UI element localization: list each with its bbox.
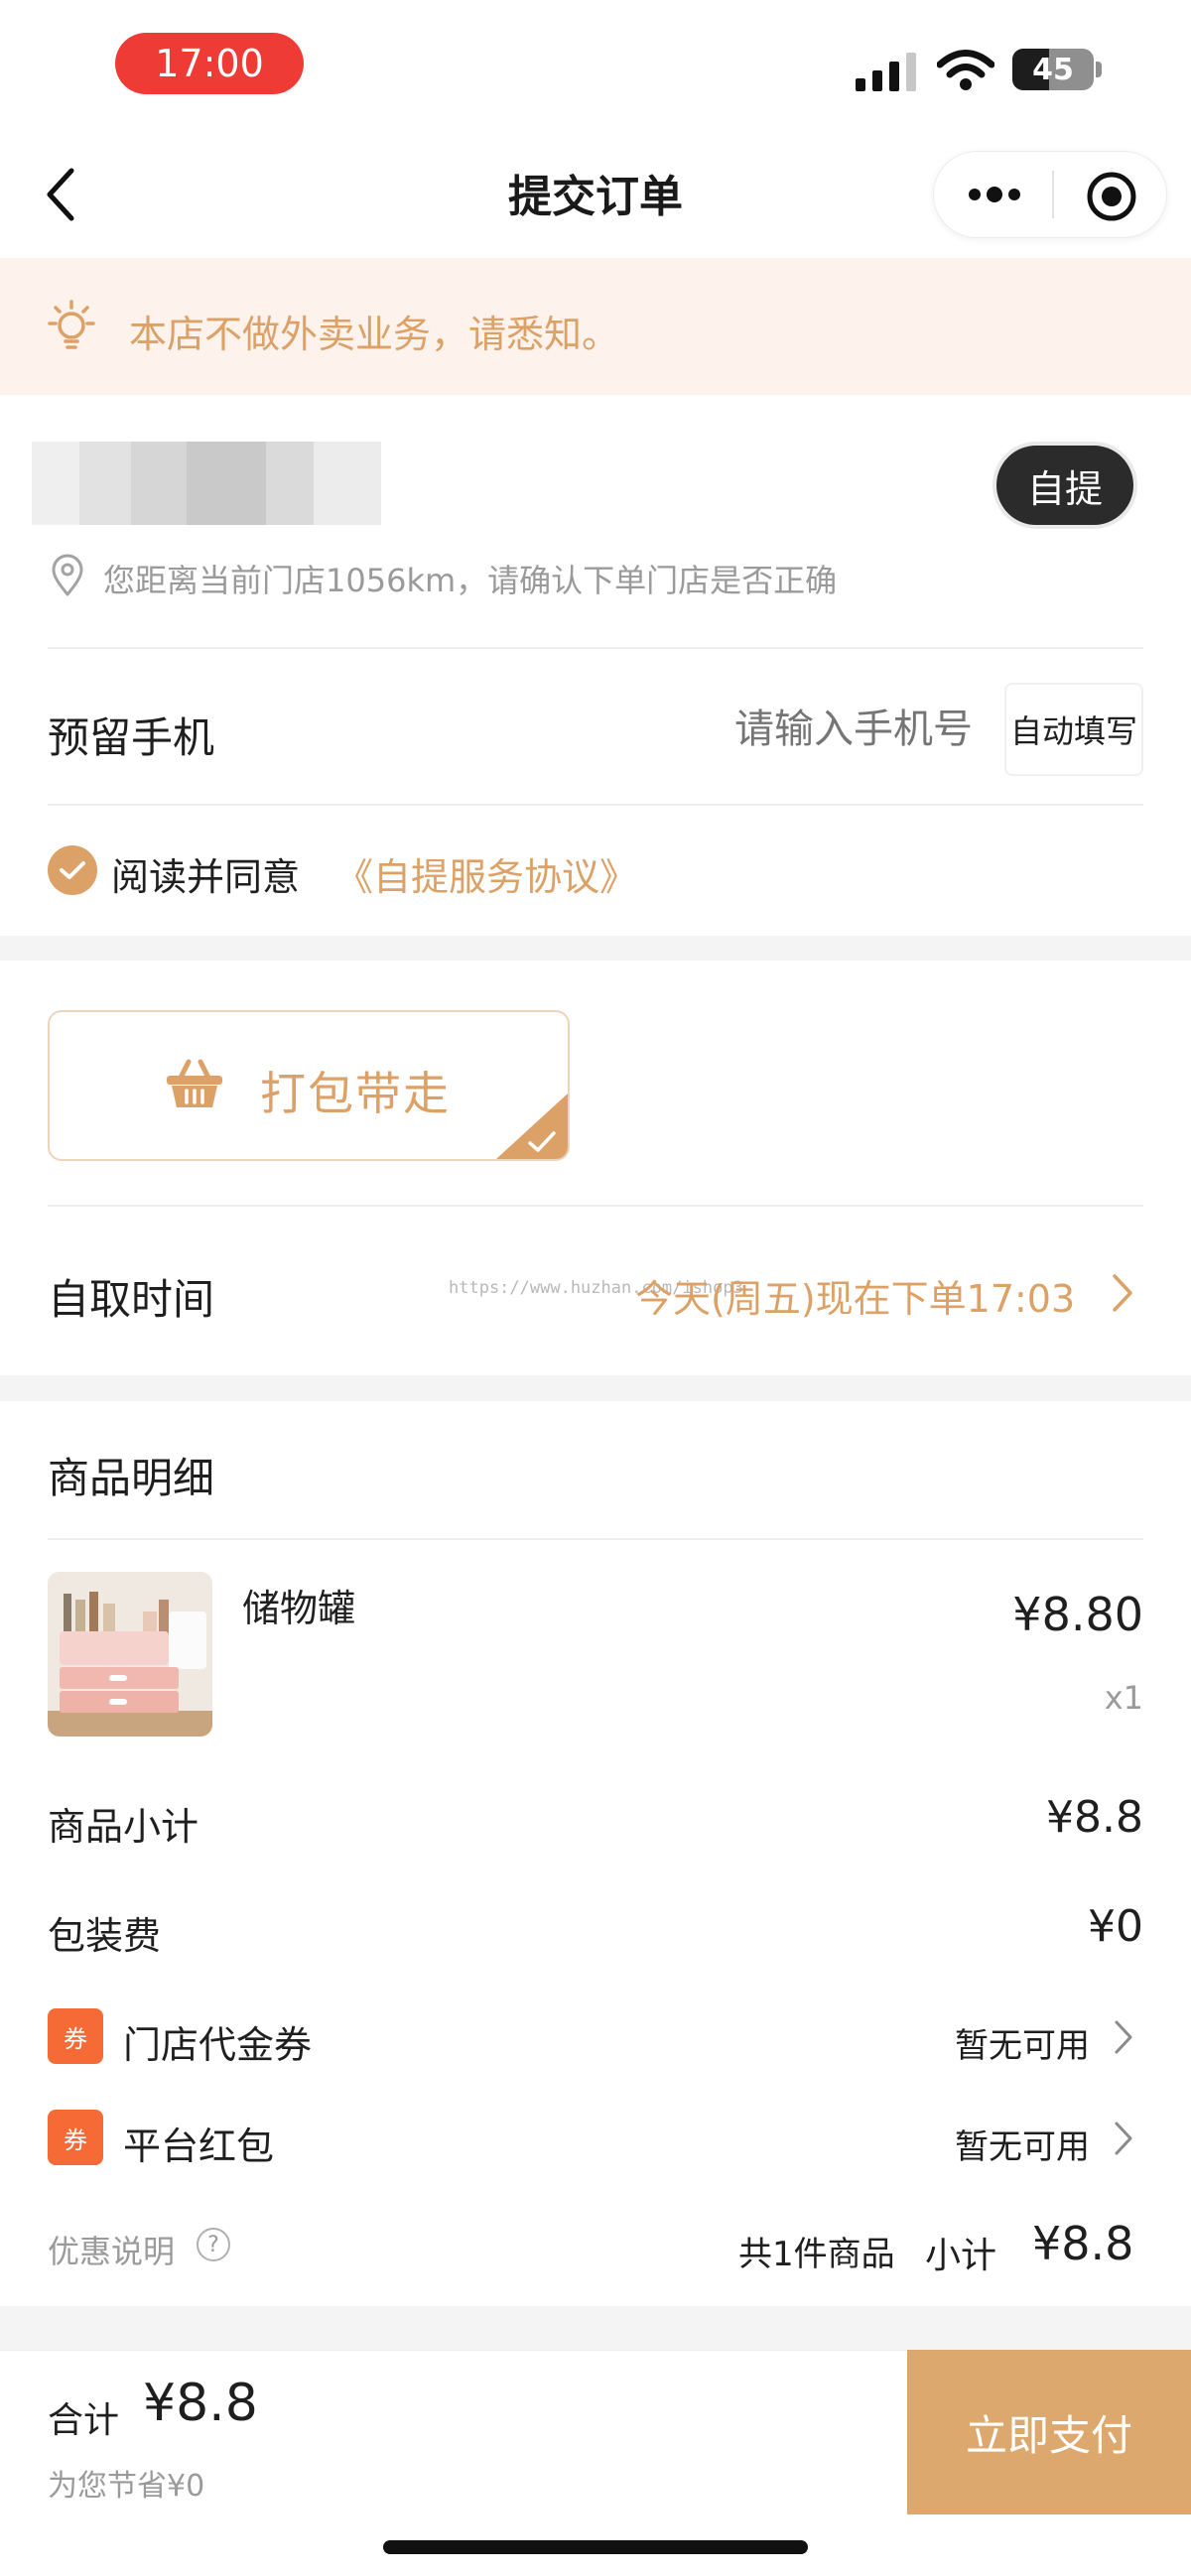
location-pin-icon [52, 554, 83, 596]
platform-redpacket-value[interactable]: 暂无可用 [955, 2120, 1090, 2168]
coupon-tag: 券 [48, 2008, 103, 2064]
goods-card [0, 1401, 1191, 2306]
checkmark-icon [60, 861, 85, 879]
divider [48, 804, 1143, 806]
subtotal-short-label: 小计 [925, 2236, 997, 2276]
wifi-icon [937, 50, 994, 90]
lightbulb-icon [48, 300, 95, 349]
item-count: 共1件商品 [738, 2235, 895, 2274]
home-indicator [383, 2540, 808, 2554]
phone-input[interactable] [596, 695, 973, 764]
subtotal-value: ¥8.8 [1046, 1792, 1143, 1843]
pickup-time-value[interactable]: 今天(周五)现在下单17:03 [635, 1268, 1075, 1323]
question-mark-icon[interactable]: ? [197, 2228, 230, 2261]
packing-fee-value: ¥0 [1088, 1901, 1143, 1952]
total-value: ¥8.8 [143, 2374, 258, 2433]
battery-tip [1096, 62, 1102, 77]
store-voucher-label[interactable]: 门店代金券 [123, 2014, 312, 2069]
subtotal-label: 商品小计 [48, 1805, 199, 1849]
store-voucher-value[interactable]: 暂无可用 [955, 2018, 1090, 2067]
takeaway-label: 打包带走 [260, 1067, 451, 1120]
signal-icon [856, 53, 916, 91]
discount-note[interactable]: 优惠说明 [48, 2227, 175, 2272]
saved-amount: 为您节省¥0 [48, 2469, 205, 2504]
shopping-basket-icon [167, 1059, 222, 1107]
selected-corner-icon [496, 1094, 568, 1159]
product-thumbnail [48, 1572, 212, 1737]
store-name-redacted [32, 442, 381, 525]
distance-hint: 您距离当前门店1056km，请确认下单门店是否正确 [103, 562, 838, 599]
more-dots-icon[interactable] [963, 181, 1026, 208]
product-quantity: x1 [1104, 1679, 1143, 1717]
product-price: ¥8.80 [1012, 1588, 1143, 1641]
chevron-right-icon[interactable] [1112, 2018, 1135, 2056]
agreement-checkbox[interactable] [48, 845, 97, 895]
page-title: 提交订单 [508, 172, 683, 222]
platform-redpacket-label[interactable]: 平台红包 [123, 2116, 274, 2170]
agreement-text: 阅读并同意 [111, 855, 301, 899]
autofill-button[interactable]: 自动填写 [1004, 683, 1143, 776]
packing-fee-label: 包装费 [48, 1914, 162, 1958]
divider [48, 647, 1143, 649]
pickup-mode-button[interactable]: 自提 [992, 442, 1137, 529]
total-label: 合计 [48, 2400, 120, 2441]
chevron-right-icon[interactable] [1110, 1272, 1135, 1314]
phone-label: 预留手机 [48, 713, 215, 762]
divider [48, 1538, 1143, 1540]
product-name: 储物罐 [242, 1587, 356, 1630]
battery-icon: 45 [1012, 49, 1094, 90]
notice-text: 本店不做外卖业务，请悉知。 [129, 313, 620, 356]
capsule-divider [1052, 171, 1054, 218]
pay-now-button[interactable]: 立即支付 [907, 2350, 1191, 2514]
divider [48, 1205, 1143, 1207]
subtotal-short-value: ¥8.8 [1032, 2217, 1134, 2270]
chevron-right-icon[interactable] [1112, 2120, 1135, 2157]
order-submit-page: 17:00 45 提交订单 本店不做外卖业务，请悉知。 自提 您距离当前门店10… [0, 0, 1191, 2576]
coupon-tag: 券 [48, 2110, 103, 2165]
goods-section-title: 商品明细 [48, 1454, 215, 1502]
pickup-time-label: 自取时间 [48, 1275, 215, 1324]
back-arrow-icon[interactable] [44, 167, 77, 222]
battery-percent: 45 [1032, 52, 1074, 87]
storage-box-image [48, 1572, 212, 1737]
agreement-link[interactable]: 《自提服务协议》 [335, 846, 637, 901]
close-target-icon[interactable] [1084, 169, 1139, 224]
status-time: 17:00 [115, 33, 304, 94]
